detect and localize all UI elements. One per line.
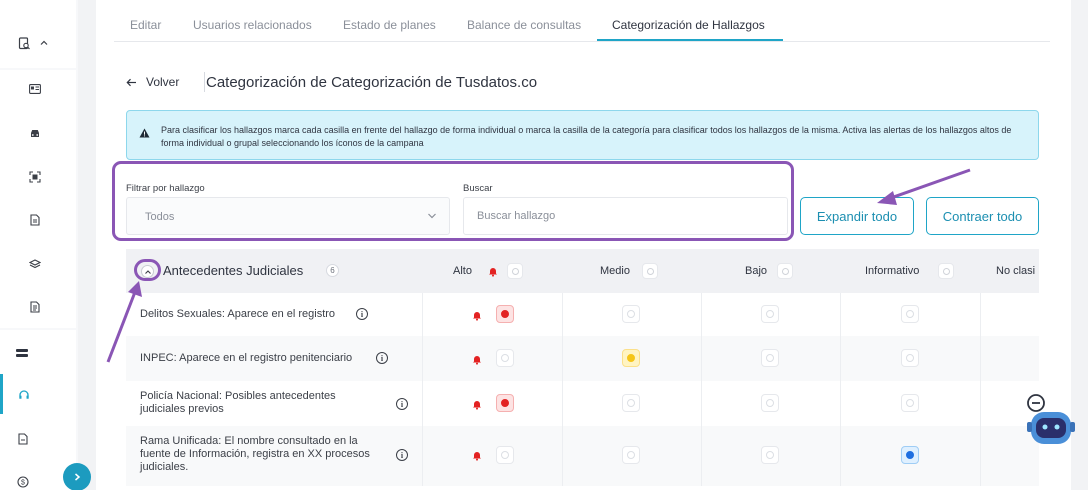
bell-icon[interactable]	[468, 306, 486, 324]
chatbot-icon[interactable]	[1025, 392, 1077, 452]
info-icon[interactable]: i	[376, 352, 388, 364]
tab-usuarios-relacionados[interactable]: Usuarios relacionados	[193, 18, 312, 32]
group-title: Antecedentes Judiciales	[163, 263, 304, 278]
checkbox-informativo[interactable]	[901, 305, 919, 323]
back-button[interactable]: Volver	[126, 75, 179, 89]
database-icon[interactable]	[14, 345, 30, 361]
group-checkbox-medio[interactable]	[642, 263, 658, 279]
chevron-right-icon	[75, 473, 81, 481]
group-checkbox-bajo[interactable]	[777, 263, 793, 279]
svg-text:$: $	[21, 480, 25, 487]
table-row: INPEC: Aparece en el registro penitencia…	[126, 336, 1039, 381]
sidebar-section-top	[0, 0, 76, 68]
report-icon[interactable]	[27, 299, 43, 315]
sidebar: $	[0, 0, 91, 490]
checkbox-alto[interactable]	[496, 446, 514, 464]
row-label: INPEC: Aparece en el registro penitencia…	[140, 352, 353, 364]
column-header-bajo: Bajo	[745, 265, 768, 277]
expand-all-button[interactable]: Expandir todo	[800, 197, 914, 235]
column-header-medio: Medio	[600, 265, 630, 277]
bell-icon[interactable]	[468, 350, 486, 368]
info-icon[interactable]: i	[356, 308, 368, 320]
category-group-header: Antecedentes Judiciales 6 Alto Medio Baj…	[126, 249, 1039, 293]
checkbox-informativo[interactable]	[901, 446, 919, 464]
filter-select-value: Todos	[145, 211, 175, 223]
car-icon[interactable]	[27, 125, 43, 141]
warning-icon	[139, 128, 150, 138]
scan-icon[interactable]	[27, 169, 43, 185]
main-panel: Editar Usuarios relacionados Estado de p…	[96, 0, 1071, 490]
checkbox-medio[interactable]	[622, 305, 640, 323]
table-row: Rama Unificada: El nombre consultado en …	[126, 426, 1039, 486]
checkbox-alto[interactable]	[496, 349, 514, 367]
chevron-up-icon	[144, 269, 151, 274]
info-icon[interactable]: i	[396, 398, 408, 410]
group-count-badge: 6	[326, 264, 339, 277]
search-label: Buscar	[463, 183, 493, 194]
checkbox-bajo[interactable]	[761, 394, 779, 412]
row-label: Delitos Sexuales: Aparece en el registro	[140, 308, 336, 320]
sidebar-active-indicator	[0, 374, 3, 414]
checkbox-medio[interactable]	[622, 349, 640, 367]
checkbox-alto[interactable]	[496, 305, 514, 323]
search-input[interactable]	[463, 197, 788, 235]
tab-estado-de-planes[interactable]: Estado de planes	[343, 18, 436, 32]
layers-icon[interactable]	[27, 256, 43, 272]
chevron-up-icon[interactable]	[36, 35, 52, 51]
document-icon[interactable]	[27, 212, 43, 228]
header-divider	[204, 72, 205, 92]
tab-bar: Editar Usuarios relacionados Estado de p…	[114, 0, 1050, 42]
table-row: Policía Nacional: Posibles antecedentes …	[126, 381, 1039, 426]
column-header-informativo: Informativo	[865, 265, 920, 277]
checkbox-medio[interactable]	[622, 394, 640, 412]
group-checkbox-informativo[interactable]	[938, 263, 954, 279]
tab-balance-de-consultas[interactable]: Balance de consultas	[467, 18, 581, 32]
checkbox-bajo[interactable]	[761, 305, 779, 323]
filter-label: Filtrar por hallazgo	[126, 183, 205, 194]
checkbox-alto[interactable]	[496, 394, 514, 412]
alert-text: Para clasificar los hallazgos marca cada…	[161, 125, 1012, 148]
search-document-icon[interactable]	[16, 35, 32, 51]
checkbox-informativo[interactable]	[901, 349, 919, 367]
collapse-all-button[interactable]: Contraer todo	[926, 197, 1039, 235]
filter-select[interactable]: Todos	[126, 197, 450, 235]
sidebar-section-bottom	[0, 330, 76, 490]
active-tab-indicator	[597, 39, 783, 41]
file-icon[interactable]	[15, 431, 31, 447]
info-icon[interactable]: i	[396, 449, 408, 461]
group-checkbox-alto[interactable]	[507, 263, 523, 279]
checkbox-bajo[interactable]	[761, 349, 779, 367]
tab-editar[interactable]: Editar	[130, 18, 161, 32]
id-card-icon[interactable]	[27, 81, 43, 97]
page-title: Categorización de Categorización de Tusd…	[206, 74, 538, 91]
bell-icon[interactable]	[468, 446, 486, 464]
headset-icon[interactable]	[16, 387, 32, 403]
sidebar-expand-button[interactable]	[63, 463, 91, 490]
back-label: Volver	[146, 75, 180, 89]
checkbox-bajo[interactable]	[761, 446, 779, 464]
checkbox-medio[interactable]	[622, 446, 640, 464]
table-row: Delitos Sexuales: Aparece en el registro…	[126, 293, 1039, 336]
checkbox-informativo[interactable]	[901, 394, 919, 412]
arrow-left-icon	[126, 78, 136, 86]
info-alert: Para clasificar los hallazgos marca cada…	[126, 110, 1039, 160]
column-header-alto: Alto	[453, 265, 472, 277]
column-header-no-clasificado: No clasi	[996, 265, 1036, 277]
row-label: Policía Nacional: Posibles antecedentes …	[140, 390, 336, 415]
dollar-icon[interactable]: $	[15, 474, 31, 490]
sidebar-section-modules	[0, 70, 76, 328]
bell-icon[interactable]	[484, 262, 502, 280]
collapse-group-button[interactable]	[141, 265, 154, 278]
chevron-down-icon	[428, 213, 436, 219]
bell-icon[interactable]	[468, 395, 486, 413]
tab-categorizacion-de-hallazgos[interactable]: Categorización de Hallazgos	[612, 18, 765, 32]
row-label: Rama Unificada: El nombre consultado en …	[140, 435, 370, 473]
